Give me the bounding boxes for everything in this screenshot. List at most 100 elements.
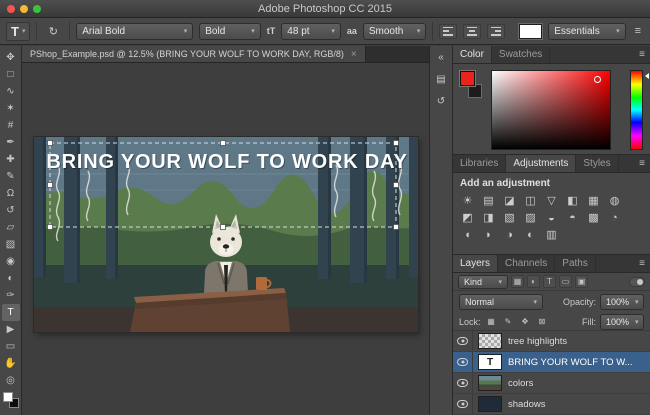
tab-adjustments[interactable]: Adjustments (506, 155, 576, 172)
font-size-combo[interactable]: 48 pt ▾ (281, 23, 341, 40)
type-filter-icon[interactable]: T (543, 275, 556, 288)
adjustment-icon[interactable]: ◗ (481, 227, 496, 242)
filter-kind-combo[interactable]: Kind ▾ (458, 275, 508, 289)
visibility-eye-icon[interactable] (457, 337, 468, 345)
text-orientation-icon[interactable]: ↻ (43, 22, 63, 40)
tab-layers[interactable]: Layers (453, 255, 498, 272)
tab-color[interactable]: Color (453, 46, 492, 63)
layer-name[interactable]: tree highlights (508, 336, 567, 347)
zoom-window-button[interactable] (33, 5, 41, 13)
font-style-combo[interactable]: Bold ▾ (199, 23, 261, 40)
workspace-combo[interactable]: Essentials ▾ (548, 23, 625, 40)
document-tab[interactable]: PShop_Example.psd @ 12.5% (BRING YOUR WO… (22, 46, 366, 62)
crop-tool[interactable]: # (2, 117, 20, 134)
zoom-tool[interactable]: ◎ (2, 372, 20, 389)
layer-thumbnail[interactable] (478, 375, 502, 391)
panel-menu-icon[interactable]: ≡ (634, 155, 650, 172)
layer-name[interactable]: BRING YOUR WOLF TO W... (508, 357, 633, 368)
healing-brush-tool[interactable]: ✚ (2, 151, 20, 168)
adjustment-icon[interactable]: ◓ (565, 210, 580, 225)
tool-preset-picker[interactable]: T ▾ (6, 22, 30, 41)
panel-menu-icon[interactable]: ≡ (634, 255, 650, 272)
adjustment-icon[interactable]: ◍ (607, 193, 622, 208)
lock-transparency-icon[interactable]: ▦ (485, 315, 498, 328)
pixel-filter-icon[interactable]: ▦ (511, 275, 524, 288)
gradient-tool[interactable]: ▧ (2, 236, 20, 253)
opacity-combo[interactable]: 100% ▾ (600, 294, 644, 310)
hand-tool[interactable]: ✋ (2, 355, 20, 372)
adjustment-icon[interactable]: ◐ (523, 227, 538, 242)
shape-tool[interactable]: ▭ (2, 338, 20, 355)
minimize-window-button[interactable] (20, 5, 28, 13)
type-tool[interactable]: T (2, 304, 20, 321)
lasso-tool[interactable]: ∿ (2, 83, 20, 100)
layer-row-headline-text[interactable]: T BRING YOUR WOLF TO W... (453, 352, 650, 373)
history-panel-icon[interactable]: ↺ (433, 94, 450, 109)
history-brush-tool[interactable]: ↺ (2, 202, 20, 219)
quick-selection-tool[interactable]: ✶ (2, 100, 20, 117)
foreground-color-swatch[interactable] (3, 392, 13, 402)
adjustment-icon[interactable]: ◧ (565, 193, 580, 208)
pen-tool[interactable]: ✑ (2, 287, 20, 304)
close-window-button[interactable] (7, 5, 15, 13)
adjustment-icon[interactable]: ▩ (586, 210, 601, 225)
layer-row-shadows[interactable]: shadows (453, 394, 650, 415)
align-right-button[interactable] (487, 24, 505, 39)
eyedropper-tool[interactable]: ✒ (2, 134, 20, 151)
adjustment-icon[interactable]: ◑ (502, 227, 517, 242)
marquee-tool[interactable]: □ (2, 66, 20, 83)
color-picker-ring[interactable] (594, 76, 601, 83)
text-layer-thumbnail[interactable]: T (478, 354, 502, 370)
dodge-tool[interactable]: ◐ (2, 270, 20, 287)
tab-styles[interactable]: Styles (576, 155, 618, 172)
font-family-combo[interactable]: Arial Bold ▾ (76, 23, 193, 40)
layer-row-colors[interactable]: colors (453, 373, 650, 394)
panel-menu-icon[interactable]: ≡ (634, 46, 650, 63)
adjustment-icon[interactable]: ◪ (502, 193, 517, 208)
foreground-color-box[interactable] (460, 71, 475, 86)
adjustment-icon[interactable]: ▨ (523, 210, 538, 225)
tab-channels[interactable]: Channels (498, 255, 555, 272)
layer-thumbnail[interactable] (478, 333, 502, 349)
visibility-eye-icon[interactable] (457, 358, 468, 366)
adjustment-icon[interactable]: ▽ (544, 193, 559, 208)
visibility-eye-icon[interactable] (457, 400, 468, 408)
adjustment-icon[interactable]: ◩ (460, 210, 475, 225)
path-selection-tool[interactable]: ▶ (2, 321, 20, 338)
filter-toggle-switch[interactable] (629, 277, 645, 287)
blend-mode-combo[interactable]: Normal ▾ (459, 294, 543, 310)
tab-swatches[interactable]: Swatches (492, 46, 550, 63)
canvas-pasteboard[interactable]: BRING YOUR WOLF TO WORK DAY BRING YOUR W… (22, 63, 429, 415)
layer-name[interactable]: colors (508, 378, 533, 389)
anti-alias-combo[interactable]: Smooth ▾ (363, 23, 427, 40)
align-left-button[interactable] (439, 24, 457, 39)
adjustment-icon[interactable]: ◖ (460, 227, 475, 242)
adjustment-filter-icon[interactable]: ◐ (527, 275, 540, 288)
layer-thumbnail[interactable] (478, 396, 502, 412)
layer-name[interactable]: shadows (508, 399, 546, 410)
adjustment-icon[interactable]: ◨ (481, 210, 496, 225)
background-color-box[interactable] (468, 84, 482, 98)
adjustment-icon[interactable]: ▦ (586, 193, 601, 208)
adjustment-icon[interactable]: ▥ (544, 227, 559, 242)
visibility-eye-icon[interactable] (457, 379, 468, 387)
close-tab-icon[interactable]: × (351, 49, 357, 60)
artwork-image[interactable]: BRING YOUR WOLF TO WORK DAY BRING YOUR W… (34, 137, 418, 332)
adjustment-icon[interactable]: ◒ (544, 210, 559, 225)
brush-tool[interactable]: ✎ (2, 168, 20, 185)
shape-filter-icon[interactable]: ▭ (559, 275, 572, 288)
move-tool[interactable]: ✥ (2, 49, 20, 66)
fill-combo[interactable]: 100% ▾ (600, 314, 644, 330)
eraser-tool[interactable]: ▱ (2, 219, 20, 236)
adjustment-icon[interactable]: ☀ (460, 193, 475, 208)
clone-stamp-tool[interactable]: Ω (2, 185, 20, 202)
hue-slider[interactable] (630, 70, 643, 150)
lock-position-icon[interactable]: ✥ (519, 315, 532, 328)
lock-pixels-icon[interactable]: ✎ (502, 315, 515, 328)
align-center-button[interactable] (463, 24, 481, 39)
lock-all-icon[interactable]: ⊠ (536, 315, 549, 328)
options-menu-icon[interactable]: ≡ (632, 25, 644, 37)
foreground-background-swatches[interactable] (3, 392, 19, 408)
smart-object-filter-icon[interactable]: ▣ (575, 275, 588, 288)
layer-row-tree-highlights[interactable]: tree highlights (453, 331, 650, 352)
